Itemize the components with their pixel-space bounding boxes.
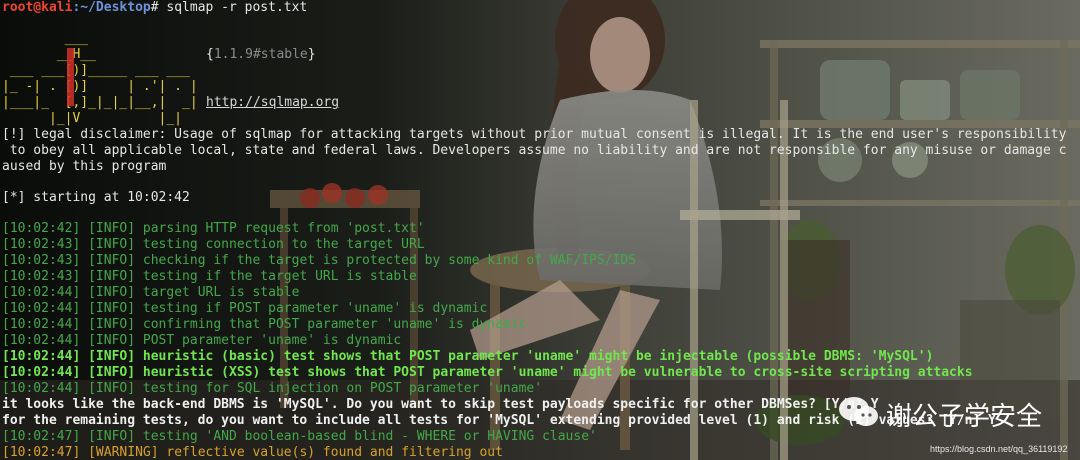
terminal-window: root@kali:~/Desktop# sqlmap -r post.txt … xyxy=(0,0,1080,460)
wechat-icon xyxy=(839,397,878,426)
log-line: [10:02:43] [INFO] testing connection to … xyxy=(2,237,425,252)
banner-art-line: |_ -| . [)] | .'| . | xyxy=(2,79,198,94)
log-line: [10:02:42] [INFO] parsing HTTP request f… xyxy=(2,221,425,236)
starting-line: [*] starting at 10:02:42 xyxy=(2,190,190,205)
watermark: 谢公子学安全 https://blog.csdn.net/qq_36119192 xyxy=(838,388,1078,458)
log-line: [10:02:44] [INFO] confirming that POST p… xyxy=(2,317,527,332)
log-line: [10:02:44] [INFO] testing if POST parame… xyxy=(2,301,488,316)
banner-url-link[interactable]: http://sqlmap.org xyxy=(206,95,339,111)
log-line: [10:02:44] [INFO] target URL is stable xyxy=(2,285,300,300)
prompt-symbol: # xyxy=(150,0,159,15)
banner-art-line: __H__ xyxy=(2,47,96,62)
log-line: [10:02:43] [INFO] checking if the target… xyxy=(2,253,636,268)
disclaimer-line: [!] legal disclaimer: Usage of sqlmap fo… xyxy=(2,127,1067,142)
watermark-brand: 谢公子学安全 xyxy=(886,401,1043,431)
banner-art-line: ___ ___[)]_____ ___ ___ xyxy=(2,63,190,78)
log-line: [10:02:47] [INFO] testing 'AND boolean-b… xyxy=(2,429,597,444)
log-line-warning: [10:02:47] [WARNING] reflective value(s)… xyxy=(2,445,503,460)
disclaimer-line: to obey all applicable local, state and … xyxy=(2,143,1067,158)
disclaimer-line: aused by this program xyxy=(2,159,167,174)
banner-art-line: |___|_ [,]_|_|_|__,| _| xyxy=(2,95,198,110)
log-line-heuristic-xss: [10:02:44] [INFO] heuristic (XSS) test s… xyxy=(2,365,973,380)
banner-version: {1.1.9#stable} xyxy=(206,47,316,62)
log-line: [10:02:44] [INFO] POST parameter 'uname'… xyxy=(2,333,402,348)
prompt-colon-path: :~/Desktop xyxy=(72,0,151,15)
banner-art-line: ___ xyxy=(2,31,89,46)
log-line: [10:02:44] [INFO] testing for SQL inject… xyxy=(2,381,543,396)
question-line-skip: it looks like the back-end DBMS is 'MySQ… xyxy=(2,397,879,412)
log-line-heuristic-basic: [10:02:44] [INFO] heuristic (basic) test… xyxy=(2,349,934,364)
banner-art-line: |_|V |_| xyxy=(2,111,183,126)
prompt-line: root@kali:~/Desktop# sqlmap -r post.txt xyxy=(2,0,307,16)
prompt-user-host: root@kali xyxy=(2,0,73,15)
prompt-command: sqlmap -r post.txt xyxy=(158,0,308,15)
banner-needle xyxy=(67,48,74,106)
log-line: [10:02:43] [INFO] testing if the target … xyxy=(2,269,417,284)
watermark-url: https://blog.csdn.net/qq_36119192 xyxy=(930,444,1068,454)
